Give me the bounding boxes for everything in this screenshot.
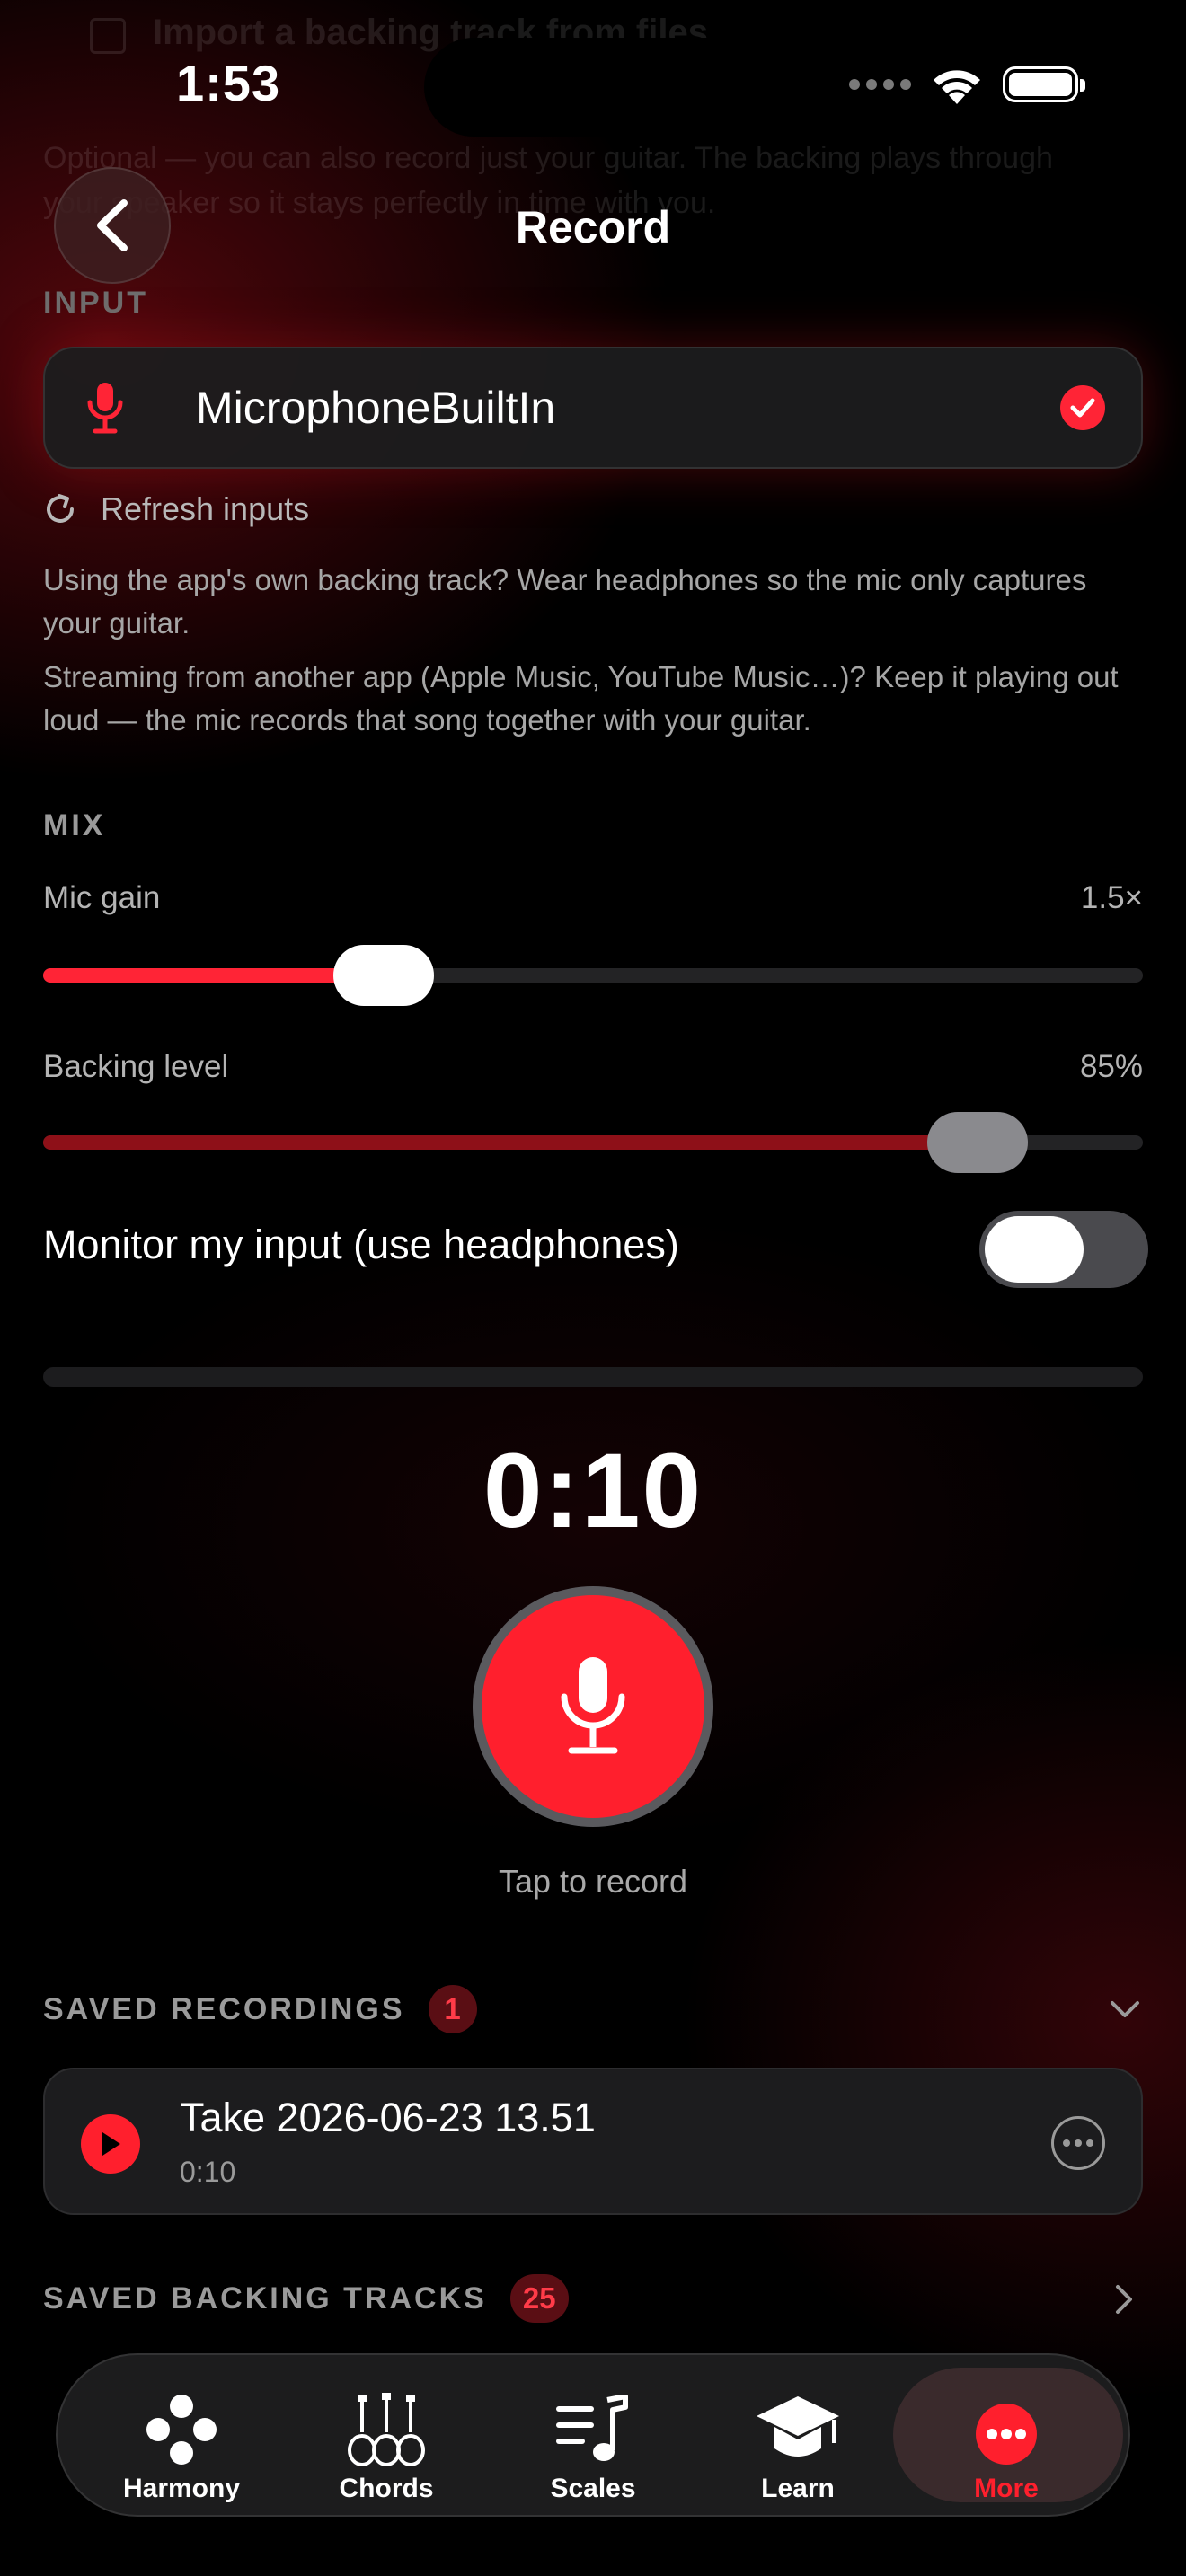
- recording-title: Take 2026-06-23 13.51: [180, 2095, 596, 2140]
- tab-more[interactable]: More: [916, 2355, 1096, 2515]
- saved-recordings-label: SAVED RECORDINGS: [43, 1991, 405, 2026]
- ghost-description-1: Optional — you can also record just your…: [43, 141, 1053, 175]
- tab-scales-label: Scales: [550, 2474, 636, 2503]
- more-dots-icon: [976, 2404, 1037, 2465]
- tab-harmony[interactable]: Harmony: [92, 2355, 271, 2515]
- microphone-icon: [86, 381, 167, 435]
- guitars-icon: [348, 2393, 425, 2466]
- status-indicators: [848, 65, 1085, 104]
- tab-more-label: More: [974, 2474, 1039, 2503]
- backing-level-label: Backing level: [43, 1049, 229, 1084]
- refresh-inputs-label: Refresh inputs: [101, 490, 310, 527]
- record-hint: Tap to record: [498, 1863, 688, 1900]
- recording-duration: 0:10: [180, 2156, 236, 2188]
- mic-gain-slider-thumb[interactable]: [333, 945, 435, 1006]
- battery-icon: [1003, 66, 1085, 102]
- status-time: 1:53: [176, 55, 281, 111]
- signal-icon: [849, 79, 911, 90]
- recording-progress-bar: [43, 1367, 1143, 1387]
- refresh-inputs-button[interactable]: Refresh inputs: [43, 490, 309, 528]
- backing-level-slider-thumb[interactable]: [927, 1112, 1029, 1173]
- page-title: Record: [515, 202, 671, 252]
- play-button[interactable]: [81, 2114, 140, 2174]
- mic-gain-value: 1.5×: [1080, 880, 1143, 915]
- dynamic-island: [424, 38, 762, 137]
- chevron-down-icon[interactable]: [1109, 1999, 1141, 2019]
- saved-backing-tracks-count-badge: 25: [509, 2274, 569, 2323]
- saved-backing-tracks-label: SAVED BACKING TRACKS: [43, 2280, 487, 2316]
- record-button[interactable]: [473, 1586, 713, 1827]
- more-options-icon[interactable]: [1051, 2116, 1105, 2170]
- music-list-icon: [556, 2395, 628, 2461]
- monitor-input-toggle[interactable]: [979, 1211, 1148, 1288]
- tab-bar: Harmony Chords Scales Learn More: [56, 2353, 1130, 2517]
- recording-list-item[interactable]: Take 2026-06-23 13.51 0:10: [43, 2068, 1143, 2215]
- saved-recordings-count-badge: 1: [428, 1985, 477, 2033]
- wifi-icon: [934, 70, 980, 104]
- saved-recordings-header[interactable]: SAVED RECORDINGS 1: [43, 1985, 477, 2033]
- tab-chords-label: Chords: [339, 2474, 434, 2503]
- chevron-right-icon[interactable]: [1114, 2283, 1134, 2316]
- help-text-headphones: Using the app's own backing track? Wear …: [43, 563, 1087, 640]
- tab-learn[interactable]: Learn: [708, 2355, 888, 2515]
- tab-chords[interactable]: Chords: [296, 2355, 476, 2515]
- harmony-icon: [146, 2395, 217, 2465]
- play-icon: [102, 2132, 120, 2156]
- input-device-name: MicrophoneBuiltIn: [196, 383, 556, 433]
- saved-backing-tracks-header[interactable]: SAVED BACKING TRACKS 25: [43, 2274, 569, 2323]
- monitor-input-label: Monitor my input (use headphones): [43, 1222, 679, 1267]
- recording-timer: 0:10: [482, 1432, 704, 1550]
- ghost-file-icon: [90, 18, 126, 55]
- mic-gain-label: Mic gain: [43, 880, 161, 915]
- graduation-cap-icon: [757, 2396, 839, 2457]
- tab-harmony-label: Harmony: [122, 2474, 241, 2503]
- tab-scales[interactable]: Scales: [503, 2355, 683, 2515]
- help-text-streaming: Streaming from another app (Apple Music,…: [43, 660, 1119, 737]
- input-device-row[interactable]: MicrophoneBuiltIn: [43, 347, 1143, 469]
- input-section-label: INPUT: [43, 286, 148, 320]
- backing-level-slider-fill: [43, 1135, 978, 1150]
- backing-level-value: 85%: [1079, 1049, 1143, 1084]
- mix-section-label: MIX: [43, 808, 106, 842]
- microphone-icon: [561, 1657, 625, 1754]
- checkmark-icon: [1060, 385, 1105, 430]
- toggle-knob: [985, 1216, 1084, 1283]
- mic-gain-slider-track[interactable]: [43, 968, 1143, 983]
- refresh-icon: [47, 494, 74, 523]
- tab-learn-label: Learn: [761, 2474, 835, 2503]
